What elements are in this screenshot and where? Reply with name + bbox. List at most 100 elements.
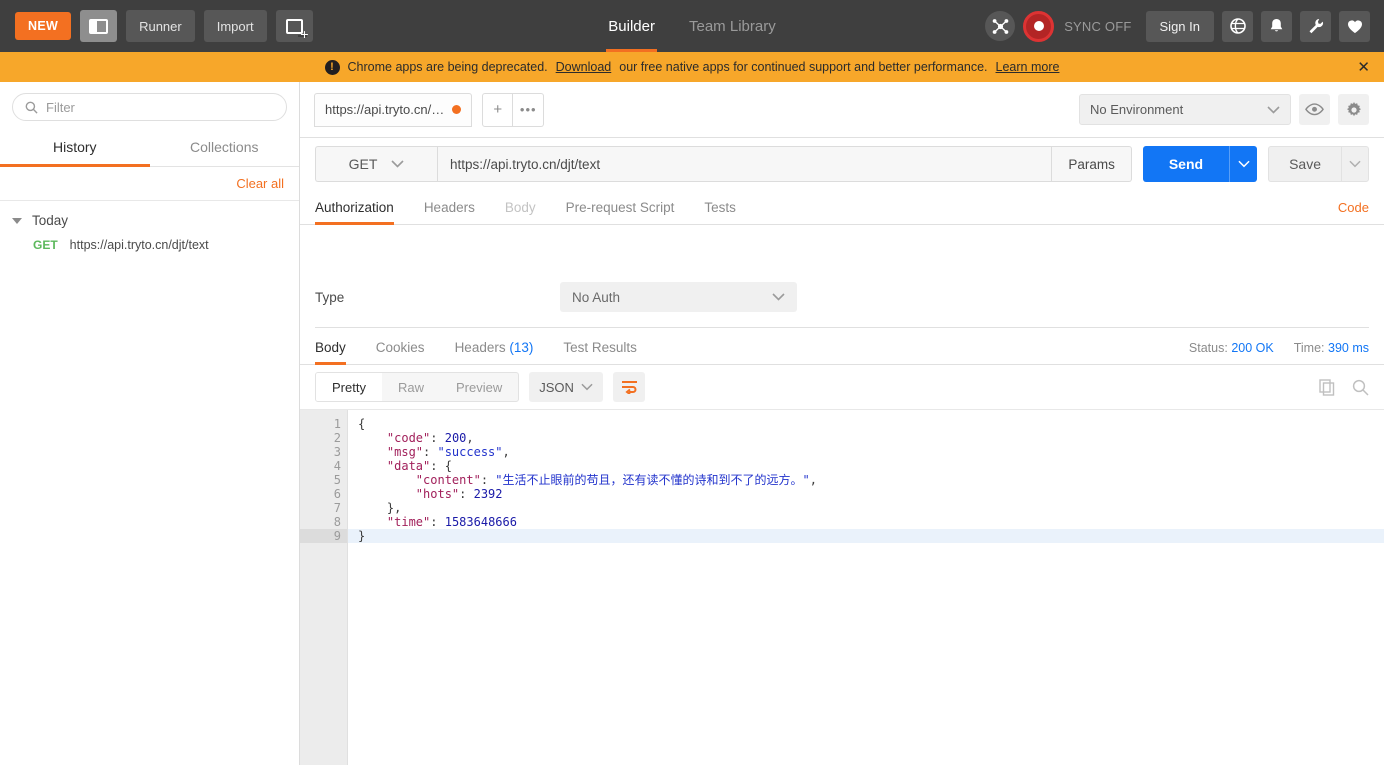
interceptor-button[interactable] <box>985 11 1016 41</box>
send-group: Send <box>1142 146 1258 182</box>
tab-response-cookies[interactable]: Cookies <box>361 340 440 364</box>
tab-authorization[interactable]: Authorization <box>315 200 409 225</box>
save-button[interactable]: Save <box>1268 146 1341 182</box>
request-tab[interactable]: https://api.tryto.cn/… <box>314 92 473 127</box>
notifications-button[interactable] <box>1261 10 1292 42</box>
code-token: "code" <box>386 431 431 445</box>
tab-headers[interactable]: Headers <box>409 200 490 224</box>
history-group-label: Today <box>32 213 69 228</box>
gear-icon <box>1346 101 1361 116</box>
environment-settings-button[interactable] <box>1338 94 1369 125</box>
tab-response-headers-label: Headers <box>454 340 506 355</box>
method-select[interactable]: GET <box>315 146 437 182</box>
header-right-toolbar: SYNC OFF Sign In <box>985 10 1384 42</box>
search-input[interactable]: Filter <box>12 93 287 121</box>
search-icon <box>25 101 38 114</box>
header-left-toolbar: NEW Runner Import <box>0 10 313 42</box>
globe-button[interactable] <box>1222 10 1253 42</box>
chevron-down-icon <box>12 217 22 224</box>
clear-all-button[interactable]: Clear all <box>236 176 284 191</box>
tab-builder[interactable]: Builder <box>606 0 657 52</box>
import-button[interactable]: Import <box>203 10 267 42</box>
tab-pre-request-script[interactable]: Pre-request Script <box>551 200 690 224</box>
url-input[interactable]: https://api.tryto.cn/djt/text <box>437 146 1053 182</box>
new-button[interactable]: NEW <box>15 12 72 40</box>
request-tab-strip: https://api.tryto.cn/… + ••• No Environm… <box>300 82 1384 138</box>
chevron-down-icon <box>581 383 593 391</box>
sign-in-button[interactable]: Sign In <box>1145 10 1214 42</box>
view-mode-preview[interactable]: Preview <box>440 373 518 401</box>
word-wrap-icon <box>621 381 637 394</box>
tab-body[interactable]: Body <box>490 200 551 224</box>
environment-controls: No Environment <box>1079 94 1384 125</box>
code-token: { <box>358 417 366 431</box>
auth-type-select[interactable]: No Auth <box>560 282 797 312</box>
line-number: 6 <box>333 487 341 501</box>
code-token: "hots" <box>415 487 460 501</box>
interceptor-icon <box>992 18 1008 34</box>
word-wrap-button[interactable] <box>613 372 646 402</box>
view-mode-raw[interactable]: Raw <box>382 373 440 401</box>
request-response-pane: https://api.tryto.cn/… + ••• No Environm… <box>300 82 1384 765</box>
code-token: } <box>358 529 366 543</box>
banner-learn-more-link[interactable]: Learn more <box>996 60 1060 74</box>
code-token: { <box>444 459 452 473</box>
history-group-today[interactable]: Today <box>0 201 299 228</box>
save-options-button[interactable] <box>1341 146 1369 182</box>
code-token: "success" <box>437 445 503 459</box>
environment-quick-look-button[interactable] <box>1299 94 1330 125</box>
chevron-down-icon <box>1237 160 1250 168</box>
tab-options-button[interactable]: ••• <box>513 92 545 127</box>
send-button[interactable]: Send <box>1142 146 1230 182</box>
environment-select[interactable]: No Environment <box>1079 94 1291 125</box>
code-token: : <box>430 431 445 445</box>
sidebar-layout-toggle-button[interactable] <box>80 10 118 42</box>
new-window-button[interactable] <box>275 10 313 42</box>
response-format-select[interactable]: JSON <box>529 372 604 402</box>
response-section-tabs: Body Cookies Headers (13) Test Results S… <box>300 328 1384 365</box>
settings-wrench-button[interactable] <box>1300 10 1331 42</box>
runner-button[interactable]: Runner <box>126 10 195 42</box>
sync-dot-icon <box>1033 21 1044 31</box>
line-number: 1 <box>300 417 357 431</box>
view-mode-pretty[interactable]: Pretty <box>316 373 382 401</box>
tab-test-results[interactable]: Test Results <box>548 340 652 364</box>
response-body-code[interactable]: { "code": 200, "msg": "success", "data":… <box>348 410 1384 765</box>
code-token: "time" <box>386 515 431 529</box>
copy-button[interactable] <box>1319 378 1336 396</box>
sidebar-tab-collections[interactable]: Collections <box>150 131 300 166</box>
filter-placeholder: Filter <box>46 99 75 115</box>
globe-icon <box>1229 18 1246 34</box>
code-token: : <box>480 473 496 487</box>
tab-team-library[interactable]: Team Library <box>687 0 778 52</box>
tab-response-body[interactable]: Body <box>315 340 361 365</box>
params-button[interactable]: Params <box>1052 146 1132 182</box>
sync-status-icon[interactable] <box>1023 10 1055 42</box>
sidebar-tabs: History Collections <box>0 131 299 167</box>
code-line: "hots": 2392 <box>358 487 1384 501</box>
line-number: 3 <box>333 445 341 459</box>
tab-response-headers-count: (13) <box>509 340 534 355</box>
code-line: } <box>348 529 1384 543</box>
banner-close-button[interactable]: ✕ <box>1357 52 1370 82</box>
tab-response-headers[interactable]: Headers (13) <box>440 340 549 364</box>
send-options-button[interactable] <box>1229 146 1258 182</box>
tab-tests[interactable]: Tests <box>689 200 751 224</box>
line-number-gutter: 123456789 <box>300 410 357 765</box>
banner-download-link[interactable]: Download <box>556 60 612 74</box>
url-input-value: https://api.tryto.cn/djt/text <box>450 156 601 172</box>
sidebar-tab-history[interactable]: History <box>0 131 150 167</box>
exclamation-icon: ! <box>324 59 340 75</box>
add-tab-button[interactable]: + <box>482 92 514 127</box>
favorites-button[interactable] <box>1339 10 1370 42</box>
code-link[interactable]: Code <box>1338 200 1369 224</box>
line-number: 9 <box>300 529 347 543</box>
response-body-viewer[interactable]: 123456789 { "code": 200, "msg": "success… <box>300 409 1384 765</box>
history-item[interactable]: GET https://api.tryto.cn/djt/text <box>0 228 299 252</box>
search-response-button[interactable] <box>1352 379 1369 396</box>
